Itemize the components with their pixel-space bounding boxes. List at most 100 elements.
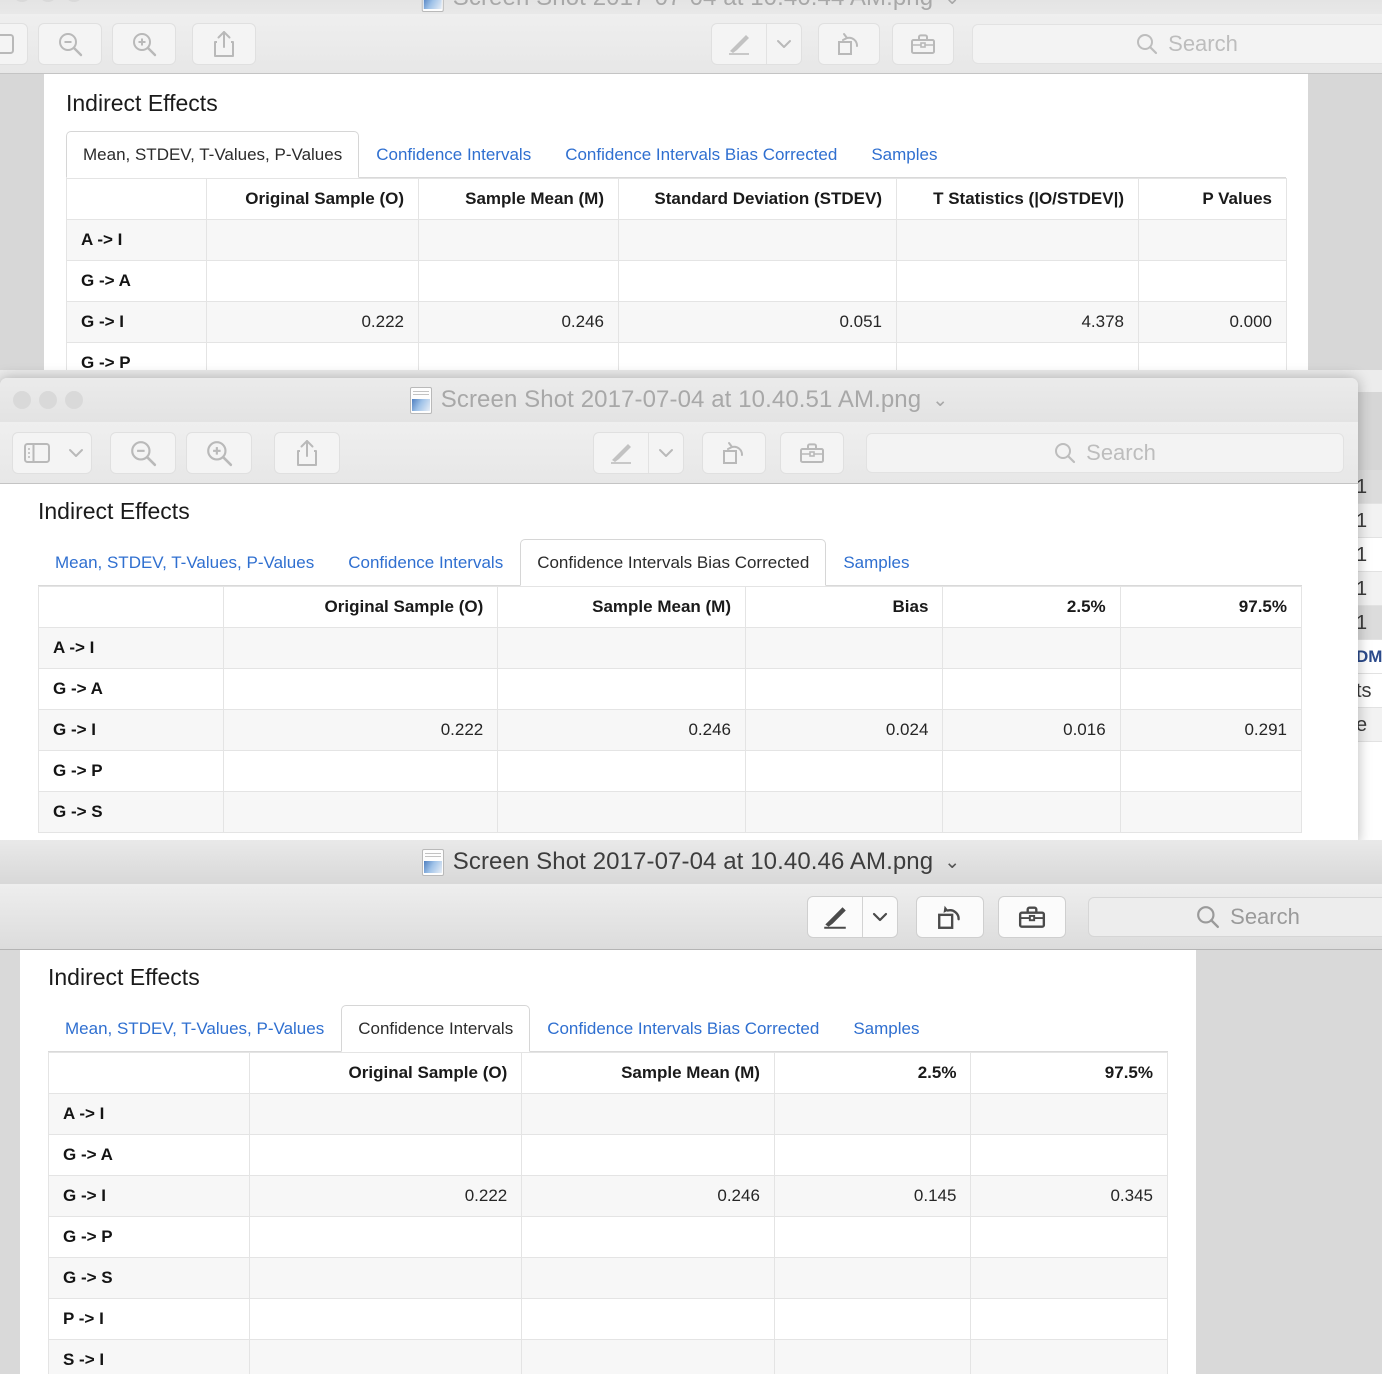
close-button[interactable]: [13, 0, 31, 2]
zoom-in-button[interactable]: [186, 431, 252, 474]
tab-bar-bottom[interactable]: Mean, STDEV, T-Values, P-Values Confiden…: [48, 1004, 1168, 1052]
rotate-button[interactable]: [916, 895, 984, 938]
table-row[interactable]: G -> S: [48, 1257, 1168, 1299]
share-button[interactable]: [192, 22, 256, 65]
image-top: Indirect Effects Mean, STDEV, T-Values, …: [44, 74, 1308, 370]
table-row[interactable]: G -> P: [66, 342, 1287, 370]
table-cell: [618, 219, 897, 261]
tab-mean-stdev[interactable]: Mean, STDEV, T-Values, P-Values: [48, 1005, 341, 1052]
table-row[interactable]: G -> S: [37, 791, 1303, 833]
tab-samples[interactable]: Samples: [836, 1005, 936, 1052]
markup-segmented-control[interactable]: [711, 22, 802, 65]
sidebar-menu-button[interactable]: [61, 433, 91, 473]
sidebar-button[interactable]: [0, 22, 28, 65]
markup-button[interactable]: [594, 433, 648, 473]
table-cell: [248, 1339, 523, 1374]
tab-samples[interactable]: Samples: [826, 539, 926, 586]
canvas-middle[interactable]: Indirect Effects Mean, STDEV, T-Values, …: [0, 484, 1358, 844]
table-row[interactable]: G -> P: [37, 750, 1303, 792]
tab-confidence-intervals[interactable]: Confidence Intervals: [341, 1005, 531, 1052]
toolbox-button[interactable]: [998, 895, 1066, 938]
table-row[interactable]: G -> A: [37, 668, 1303, 710]
zoom-out-button[interactable]: [38, 22, 102, 65]
table-cell: 0.345: [970, 1175, 1168, 1217]
rotate-button[interactable]: [818, 22, 880, 65]
markup-segmented-control[interactable]: [593, 431, 684, 474]
rotate-button[interactable]: [702, 431, 766, 474]
chevron-down-icon[interactable]: ⌄: [944, 0, 960, 10]
table-row[interactable]: A -> I: [48, 1093, 1168, 1135]
tab-confidence-intervals[interactable]: Confidence Intervals: [331, 539, 520, 586]
toolbar-bottom[interactable]: Search: [0, 884, 1382, 950]
tab-confidence-intervals-bias-corrected[interactable]: Confidence Intervals Bias Corrected: [548, 131, 854, 178]
preview-window-middle[interactable]: Screen Shot 2017-07-04 at 10.40.51 AM.pn…: [0, 378, 1358, 844]
titlebar-top[interactable]: Screen Shot 2017-07-04 at 10.40.44 AM.pn…: [0, 0, 1382, 14]
table-row[interactable]: G -> I 0.222 0.246 0.024 0.016 0.291: [37, 709, 1303, 751]
toolbar-top[interactable]: Search: [0, 14, 1382, 74]
toolbox-icon: [800, 442, 824, 463]
table-row[interactable]: A -> I: [66, 219, 1287, 261]
tab-bar-middle[interactable]: Mean, STDEV, T-Values, P-Values Confiden…: [38, 538, 1302, 586]
toolbar-middle[interactable]: Search: [0, 422, 1358, 484]
zoom-out-button[interactable]: [110, 431, 176, 474]
table-row[interactable]: G -> I 0.222 0.246 0.145 0.345: [48, 1175, 1168, 1217]
tab-samples[interactable]: Samples: [854, 131, 954, 178]
markup-menu-button[interactable]: [767, 24, 801, 64]
table-row[interactable]: P -> I: [48, 1298, 1168, 1340]
search-field-middle[interactable]: Search: [866, 432, 1344, 473]
titlebar-middle[interactable]: Screen Shot 2017-07-04 at 10.40.51 AM.pn…: [0, 378, 1358, 422]
markup-segmented-control[interactable]: [807, 895, 898, 938]
toolbox-button[interactable]: [892, 22, 954, 65]
table-row[interactable]: G -> I 0.222 0.246 0.051 4.378 0.000: [66, 301, 1287, 343]
maximize-button[interactable]: [65, 0, 83, 2]
row-label: G -> P: [48, 1216, 250, 1258]
minimize-button[interactable]: [39, 0, 57, 2]
markup-button[interactable]: [712, 24, 766, 64]
titlebar-bottom[interactable]: Screen Shot 2017-07-04 at 10.40.46 AM.pn…: [0, 840, 1382, 884]
sidebar-button[interactable]: [13, 433, 61, 473]
tab-mean-stdev[interactable]: Mean, STDEV, T-Values, P-Values: [38, 539, 331, 586]
markup-menu-button[interactable]: [863, 897, 897, 937]
chevron-down-icon[interactable]: ⌄: [932, 389, 948, 412]
search-field-top[interactable]: Search: [972, 23, 1382, 64]
png-document-icon: [421, 848, 444, 876]
minimize-button[interactable]: [39, 391, 57, 409]
table-row[interactable]: S -> I: [48, 1339, 1168, 1374]
chevron-down-icon[interactable]: ⌄: [944, 851, 960, 874]
column-header: 97.5%: [1119, 586, 1303, 628]
table-cell: [773, 1257, 972, 1299]
table-row[interactable]: G -> A: [48, 1134, 1168, 1176]
table-row[interactable]: A -> I: [37, 627, 1303, 669]
column-header-blank: [48, 1052, 250, 1094]
indirect-effects-table-middle[interactable]: Original Sample (O) Sample Mean (M) Bias 2.…: [37, 586, 1303, 833]
tab-confidence-intervals-bias-corrected[interactable]: Confidence Intervals Bias Corrected: [520, 539, 827, 586]
indirect-effects-table-bottom[interactable]: Original Sample (O) Sample Mean (M) 2.5% 97…: [48, 1052, 1168, 1374]
tab-confidence-intervals[interactable]: Confidence Intervals: [359, 131, 548, 178]
traffic-lights-middle[interactable]: [13, 391, 83, 409]
preview-window-bottom[interactable]: Screen Shot 2017-07-04 at 10.40.46 AM.pn…: [0, 840, 1382, 1374]
traffic-lights-top[interactable]: [13, 0, 83, 2]
tab-mean-stdev[interactable]: Mean, STDEV, T-Values, P-Values: [66, 131, 360, 178]
markup-button[interactable]: [808, 897, 862, 937]
close-button[interactable]: [13, 391, 31, 409]
tab-bar-top[interactable]: Mean, STDEV, T-Values, P-Values Confiden…: [66, 130, 1286, 178]
row-label: P -> I: [48, 1298, 250, 1340]
markup-menu-button[interactable]: [649, 433, 683, 473]
table-cell: [521, 1298, 775, 1340]
search-field-bottom[interactable]: Search: [1088, 896, 1382, 937]
preview-window-top[interactable]: Screen Shot 2017-07-04 at 10.40.44 AM.pn…: [0, 0, 1382, 392]
table-row[interactable]: G -> P: [48, 1216, 1168, 1258]
maximize-button[interactable]: [65, 391, 83, 409]
row-label: G -> A: [48, 1134, 250, 1176]
indirect-effects-table-top[interactable]: Original Sample (O) Sample Mean (M) Standa…: [66, 178, 1287, 370]
table-cell: [1138, 219, 1287, 261]
share-button[interactable]: [274, 431, 340, 474]
table-cell: 0.291: [1119, 709, 1303, 751]
canvas-top[interactable]: Indirect Effects Mean, STDEV, T-Values, …: [0, 74, 1382, 370]
canvas-bottom[interactable]: Indirect Effects Mean, STDEV, T-Values, …: [0, 950, 1382, 1374]
tab-confidence-intervals-bias-corrected[interactable]: Confidence Intervals Bias Corrected: [530, 1005, 836, 1052]
toolbox-button[interactable]: [780, 431, 844, 474]
table-row[interactable]: G -> A: [66, 260, 1287, 302]
sidebar-segmented-control[interactable]: [12, 431, 92, 474]
zoom-in-button[interactable]: [112, 22, 176, 65]
